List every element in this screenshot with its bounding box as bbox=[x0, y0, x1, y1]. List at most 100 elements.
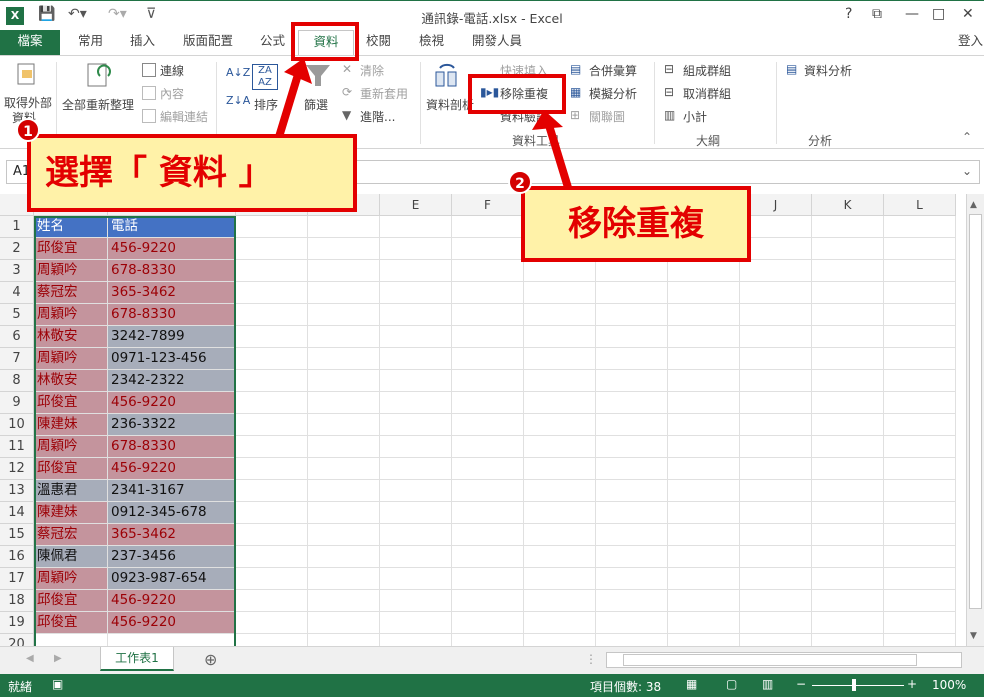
cell[interactable] bbox=[596, 524, 668, 546]
cell[interactable] bbox=[740, 436, 812, 458]
cell[interactable] bbox=[308, 436, 380, 458]
cell[interactable] bbox=[452, 414, 524, 436]
cell[interactable] bbox=[812, 458, 884, 480]
row-header[interactable]: 5 bbox=[0, 304, 34, 326]
cell[interactable] bbox=[308, 414, 380, 436]
cell[interactable] bbox=[308, 260, 380, 282]
column-header[interactable]: F bbox=[452, 194, 524, 216]
cell[interactable] bbox=[812, 524, 884, 546]
macro-record-icon[interactable]: ▣ bbox=[52, 677, 63, 691]
cell[interactable] bbox=[308, 546, 380, 568]
cell[interactable] bbox=[308, 348, 380, 370]
phone-cell[interactable]: 0971-123-456 bbox=[108, 348, 236, 370]
row-header[interactable]: 20 bbox=[0, 634, 34, 646]
cell[interactable] bbox=[524, 392, 596, 414]
cell[interactable] bbox=[308, 326, 380, 348]
cell[interactable] bbox=[596, 590, 668, 612]
cell[interactable] bbox=[812, 414, 884, 436]
phone-cell[interactable]: 456-9220 bbox=[108, 590, 236, 612]
cell[interactable] bbox=[812, 238, 884, 260]
cell[interactable] bbox=[884, 546, 956, 568]
clear-icon[interactable]: ✕ bbox=[342, 62, 352, 76]
cell[interactable] bbox=[452, 590, 524, 612]
name-cell[interactable]: 溫惠君 bbox=[34, 480, 108, 502]
row-header[interactable]: 7 bbox=[0, 348, 34, 370]
phone-cell[interactable]: 456-9220 bbox=[108, 612, 236, 634]
consolidate-button[interactable]: 合併彙算 bbox=[589, 62, 637, 79]
name-cell[interactable]: 周穎吟 bbox=[34, 436, 108, 458]
scroll-down-icon[interactable]: ▼ bbox=[970, 631, 977, 641]
cell[interactable] bbox=[380, 458, 452, 480]
cell[interactable] bbox=[884, 458, 956, 480]
horizontal-scrollbar[interactable] bbox=[606, 652, 962, 668]
group-button[interactable]: 組成群組 bbox=[683, 62, 731, 79]
cell[interactable] bbox=[812, 304, 884, 326]
cell[interactable] bbox=[668, 260, 740, 282]
cell[interactable] bbox=[380, 282, 452, 304]
cell[interactable] bbox=[236, 458, 308, 480]
split-handle-icon[interactable]: ⋮ bbox=[585, 652, 597, 666]
cell[interactable] bbox=[740, 260, 812, 282]
cell[interactable] bbox=[596, 480, 668, 502]
cell[interactable] bbox=[812, 348, 884, 370]
reapply-button[interactable]: 重新套用 bbox=[360, 85, 408, 102]
phone-cell[interactable]: 2341-3167 bbox=[108, 480, 236, 502]
cell[interactable] bbox=[380, 502, 452, 524]
zoom-slider-thumb[interactable] bbox=[852, 679, 856, 691]
cell[interactable] bbox=[524, 282, 596, 304]
cell[interactable] bbox=[740, 634, 812, 646]
cell[interactable] bbox=[596, 458, 668, 480]
cell[interactable] bbox=[236, 612, 308, 634]
name-cell[interactable]: 邱俊宜 bbox=[34, 612, 108, 634]
tab-page-layout[interactable]: 版面配置 bbox=[183, 30, 233, 55]
cell[interactable] bbox=[740, 326, 812, 348]
cell[interactable] bbox=[596, 436, 668, 458]
cell[interactable] bbox=[308, 282, 380, 304]
cell[interactable] bbox=[380, 304, 452, 326]
cell[interactable] bbox=[740, 458, 812, 480]
row-header[interactable]: 18 bbox=[0, 590, 34, 612]
tab-review[interactable]: 校閱 bbox=[366, 30, 391, 55]
cell[interactable] bbox=[596, 546, 668, 568]
cell[interactable] bbox=[380, 414, 452, 436]
cell[interactable] bbox=[812, 590, 884, 612]
phone-cell[interactable]: 456-9220 bbox=[108, 392, 236, 414]
cell[interactable] bbox=[596, 348, 668, 370]
row-header[interactable]: 10 bbox=[0, 414, 34, 436]
cell[interactable] bbox=[668, 414, 740, 436]
cell[interactable] bbox=[884, 414, 956, 436]
text-to-columns-button[interactable]: 資料剖析 bbox=[426, 96, 474, 113]
hscroll-thumb[interactable] bbox=[623, 654, 917, 666]
cell[interactable] bbox=[236, 502, 308, 524]
cell[interactable] bbox=[236, 348, 308, 370]
cell[interactable] bbox=[236, 634, 308, 646]
maximize-icon[interactable]: □ bbox=[932, 6, 945, 22]
cell[interactable] bbox=[380, 612, 452, 634]
cell[interactable] bbox=[308, 238, 380, 260]
zoom-in-icon[interactable]: + bbox=[907, 677, 917, 691]
cell[interactable] bbox=[236, 370, 308, 392]
name-cell[interactable]: 林敬安 bbox=[34, 326, 108, 348]
help-icon[interactable]: ? bbox=[845, 6, 852, 22]
next-sheet-icon[interactable]: ▶ bbox=[54, 653, 62, 664]
phone-cell[interactable]: 678-8330 bbox=[108, 260, 236, 282]
cell[interactable] bbox=[452, 480, 524, 502]
cell[interactable] bbox=[740, 348, 812, 370]
cell[interactable] bbox=[452, 326, 524, 348]
sort-button[interactable]: 排序 bbox=[254, 96, 278, 113]
connections-button[interactable]: 連線 bbox=[160, 62, 184, 79]
cell[interactable] bbox=[668, 634, 740, 646]
cell[interactable] bbox=[668, 612, 740, 634]
cell[interactable] bbox=[884, 260, 956, 282]
cell[interactable] bbox=[740, 414, 812, 436]
cell[interactable] bbox=[380, 326, 452, 348]
name-cell[interactable]: 蔡冠宏 bbox=[34, 282, 108, 304]
ribbon-display-icon[interactable]: ⧉ bbox=[872, 6, 882, 22]
cell[interactable] bbox=[524, 568, 596, 590]
cell[interactable] bbox=[740, 612, 812, 634]
ungroup-button[interactable]: 取消群組 bbox=[683, 85, 731, 102]
cell[interactable] bbox=[884, 370, 956, 392]
minimize-icon[interactable]: — bbox=[905, 6, 919, 22]
cell[interactable] bbox=[308, 590, 380, 612]
cell[interactable] bbox=[380, 436, 452, 458]
